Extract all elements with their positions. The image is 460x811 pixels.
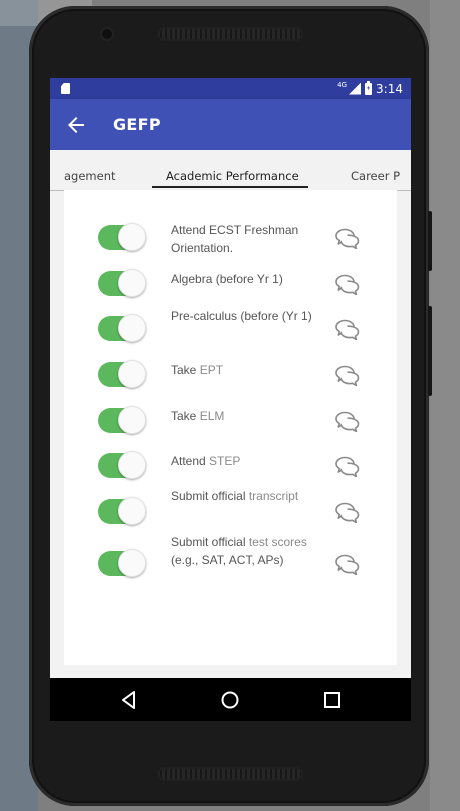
task-toggle[interactable] [98,497,146,526]
arrow-left-icon[interactable] [64,113,88,137]
backdrop-right [430,0,460,811]
task-row: Attend STEP [64,443,397,489]
status-time: 3:14 [376,81,403,96]
tab-academic-performance[interactable]: Academic Performance [166,150,299,190]
task-label-part: ELM [199,409,225,423]
power-button [428,306,432,396]
status-bar: 4G 3:14 [50,78,411,99]
tab-engagement[interactable]: agement [64,150,116,190]
task-label: Take ELM [171,407,317,425]
task-label: Submit official test scores (e.g., SAT, … [171,533,317,569]
task-toggle[interactable] [98,269,146,298]
front-camera [102,29,112,39]
toggle-knob [118,269,146,297]
bottom-speaker [157,767,303,781]
task-label: Attend STEP [171,452,317,470]
toggle-knob [118,314,146,342]
network-type: 4G [337,81,348,89]
task-label: Attend ECST Freshman Orientation. [171,221,317,257]
nav-recents-icon[interactable] [320,688,344,712]
task-label-part: Pre-calculus (before (Yr 1) [171,309,312,323]
comments-icon[interactable] [334,227,362,249]
app-bar: GEFP [50,99,411,150]
task-label-part: transcript [248,489,299,503]
nav-home-icon[interactable] [218,688,242,712]
comments-icon[interactable] [334,553,362,575]
task-toggle[interactable] [98,360,146,389]
task-row: Algebra (before Yr 1) [64,261,397,307]
task-label-part: Attend [171,454,210,468]
signal-icon [349,82,362,95]
toggle-knob [118,451,146,479]
task-label-part: Take [171,363,200,377]
comments-icon[interactable] [334,364,362,386]
task-label-part: Submit official [171,489,249,503]
task-toggle[interactable] [98,314,146,343]
task-label-part: Submit official [171,535,249,549]
toggle-knob [118,549,146,577]
comments-icon[interactable] [334,318,362,340]
system-nav-bar [50,678,411,721]
task-label-part: Attend ECST Freshman Orientation. [171,223,299,255]
task-list: Attend ECST Freshman Orientation. Algebra… [64,190,397,665]
task-row: Pre-calculus (before (Yr 1) [64,306,397,352]
toggle-knob [118,360,146,388]
task-toggle[interactable] [98,549,146,578]
task-toggle[interactable] [98,451,146,480]
toggle-knob [118,223,146,251]
task-label-part: test scores [248,535,307,549]
status-indicators: 4G 3:14 [337,80,403,97]
battery-icon [365,80,373,95]
comments-icon[interactable] [334,455,362,477]
task-toggle[interactable] [98,406,146,435]
toggle-knob [118,497,146,525]
tab-bar: agement Academic Performance Career P [50,150,411,191]
task-row: Take ELM [64,398,397,444]
app-screen: 4G 3:14 GEFP agement Academic Performanc… [50,78,411,721]
sd-card-icon [61,83,70,94]
comments-icon[interactable] [334,501,362,523]
nav-back-icon[interactable] [117,688,141,712]
task-label: Algebra (before Yr 1) [171,270,317,288]
task-label: Pre-calculus (before (Yr 1) [171,307,317,325]
task-label-part: Algebra (before Yr 1) [171,272,283,286]
page-title: GEFP [113,115,161,134]
task-row: Take EPT [64,352,397,398]
tab-career[interactable]: Career P [351,150,400,190]
task-label-part: (e.g., SAT, ACT, APs) [171,553,284,567]
top-speaker [157,27,303,41]
volume-button [428,211,432,271]
task-label-part: EPT [199,363,224,377]
tab-indicator [152,186,308,188]
comments-icon[interactable] [334,273,362,295]
task-label-part: STEP [209,454,241,468]
task-label-part: Take [171,409,200,423]
task-row: Submit official test scores (e.g., SAT, … [64,535,397,587]
task-toggle[interactable] [98,223,146,252]
task-row: Attend ECST Freshman Orientation. [64,215,397,261]
comments-icon[interactable] [334,410,362,432]
task-row: Submit official transcript [64,489,397,535]
task-label: Take EPT [171,361,317,379]
task-label: Submit official transcript [171,487,317,505]
toggle-knob [118,406,146,434]
